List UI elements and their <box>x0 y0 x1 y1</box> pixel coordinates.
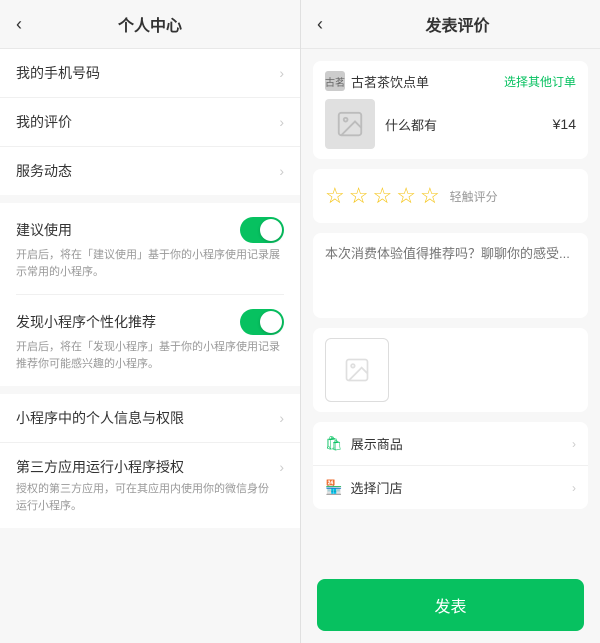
menu-item-phone[interactable]: 我的手机号码 › <box>0 49 300 98</box>
star-1[interactable]: ☆ <box>325 183 345 209</box>
phone-arrow-icon: › <box>279 65 284 81</box>
menu-item-review[interactable]: 我的评价 › <box>0 98 300 147</box>
star-3[interactable]: ☆ <box>372 183 392 209</box>
toggle-suggest[interactable] <box>240 217 284 243</box>
option-select-store[interactable]: 🏪 选择门店 › <box>313 466 588 509</box>
settings-item-discover-header: 发现小程序个性化推荐 <box>16 309 284 335</box>
menu-item-phone-label: 我的手机号码 <box>16 63 100 83</box>
store-select-icon: 🏪 <box>325 479 342 496</box>
menu-item-service-label: 服务动态 <box>16 161 72 181</box>
settings-discover-title: 发现小程序个性化推荐 <box>16 312 156 332</box>
review-textarea-container <box>313 233 588 318</box>
settings-item-suggest: 建议使用 开启后，将在「建议使用」基于你的小程序使用记录展示常用的小程序。 <box>16 203 284 295</box>
menu-item-third-party[interactable]: 第三方应用运行小程序授权 授权的第三方应用，可在其应用内使用你的微信身份运行小程… <box>0 443 300 528</box>
item-image <box>325 99 375 149</box>
store-name: 古茗茶饮点单 <box>351 72 429 91</box>
settings-group: 建议使用 开启后，将在「建议使用」基于你的小程序使用记录展示常用的小程序。 发现… <box>0 203 300 386</box>
order-store: 古茗 古茗茶饮点单 <box>325 71 429 91</box>
option-store-label: 选择门店 <box>350 478 564 497</box>
stars-container[interactable]: ☆ ☆ ☆ ☆ ☆ <box>325 183 440 209</box>
store-icon: 古茗 <box>325 71 345 91</box>
review-arrow-icon: › <box>279 114 284 130</box>
item-name: 什么都有 <box>385 115 543 134</box>
third-party-arrow-icon: › <box>279 459 284 475</box>
third-party-title: 第三方应用运行小程序授权 <box>16 457 279 477</box>
privacy-arrow-icon: › <box>279 410 284 426</box>
submit-area: 发表 <box>301 567 600 643</box>
right-panel: ‹ 发表评价 古茗 古茗茶饮点单 选择其他订单 <box>300 0 600 643</box>
upload-box[interactable] <box>325 338 389 402</box>
store-arrow-icon: › <box>572 481 576 495</box>
store-icon-label: 古茗 <box>325 74 345 89</box>
settings-suggest-title: 建议使用 <box>16 220 72 240</box>
star-2[interactable]: ☆ <box>349 183 369 209</box>
product-icon: 🛍 <box>325 435 343 452</box>
item-price: ¥14 <box>553 116 576 132</box>
right-title: 发表评价 <box>331 12 584 36</box>
review-content: 古茗 古茗茶饮点单 选择其他订单 什么都有 ¥14 <box>301 49 600 567</box>
menu-group-bottom: 小程序中的个人信息与权限 › 第三方应用运行小程序授权 授权的第三方应用，可在其… <box>0 394 300 528</box>
order-item: 什么都有 ¥14 <box>325 99 576 149</box>
extra-options: 🛍 展示商品 › 🏪 选择门店 › <box>313 422 588 509</box>
submit-button[interactable]: 发表 <box>317 579 584 631</box>
star-rating-row: ☆ ☆ ☆ ☆ ☆ 轻触评分 <box>313 169 588 223</box>
select-other-button[interactable]: 选择其他订单 <box>504 73 576 90</box>
menu-item-privacy[interactable]: 小程序中的个人信息与权限 › <box>0 394 300 443</box>
order-card-header: 古茗 古茗茶饮点单 选择其他订单 <box>325 71 576 91</box>
service-arrow-icon: › <box>279 163 284 179</box>
settings-discover-desc: 开启后，将在「发现小程序」基于你的小程序使用记录推荐你可能感兴趣的小程序。 <box>16 339 284 372</box>
left-panel: ‹ 个人中心 我的手机号码 › 我的评价 › 服务动态 › 建议使用 开启后，将… <box>0 0 300 643</box>
third-party-content: 第三方应用运行小程序授权 授权的第三方应用，可在其应用内使用你的微信身份运行小程… <box>16 457 279 514</box>
order-card: 古茗 古茗茶饮点单 选择其他订单 什么都有 ¥14 <box>313 61 588 159</box>
menu-item-privacy-label: 小程序中的个人信息与权限 <box>16 408 184 428</box>
settings-suggest-desc: 开启后，将在「建议使用」基于你的小程序使用记录展示常用的小程序。 <box>16 247 284 280</box>
star-5[interactable]: ☆ <box>420 183 440 209</box>
image-upload-area <box>313 328 588 412</box>
right-header: ‹ 发表评价 <box>301 0 600 49</box>
left-back-button[interactable]: ‹ <box>16 14 22 35</box>
right-back-button[interactable]: ‹ <box>317 14 323 35</box>
third-party-desc: 授权的第三方应用，可在其应用内使用你的微信身份运行小程序。 <box>16 481 279 514</box>
option-product-label: 展示商品 <box>351 434 564 453</box>
left-header: ‹ 个人中心 <box>0 0 300 49</box>
menu-item-service[interactable]: 服务动态 › <box>0 147 300 195</box>
star-4[interactable]: ☆ <box>396 183 416 209</box>
menu-item-review-label: 我的评价 <box>16 112 72 132</box>
settings-item-suggest-header: 建议使用 <box>16 217 284 243</box>
rating-hint: 轻触评分 <box>450 188 498 205</box>
settings-item-discover: 发现小程序个性化推荐 开启后，将在「发现小程序」基于你的小程序使用记录推荐你可能… <box>16 295 284 386</box>
review-input[interactable] <box>325 243 576 303</box>
toggle-discover[interactable] <box>240 309 284 335</box>
product-arrow-icon: › <box>572 437 576 451</box>
option-show-product[interactable]: 🛍 展示商品 › <box>313 422 588 466</box>
menu-group-main: 我的手机号码 › 我的评价 › 服务动态 › <box>0 49 300 195</box>
left-title: 个人中心 <box>118 12 182 36</box>
